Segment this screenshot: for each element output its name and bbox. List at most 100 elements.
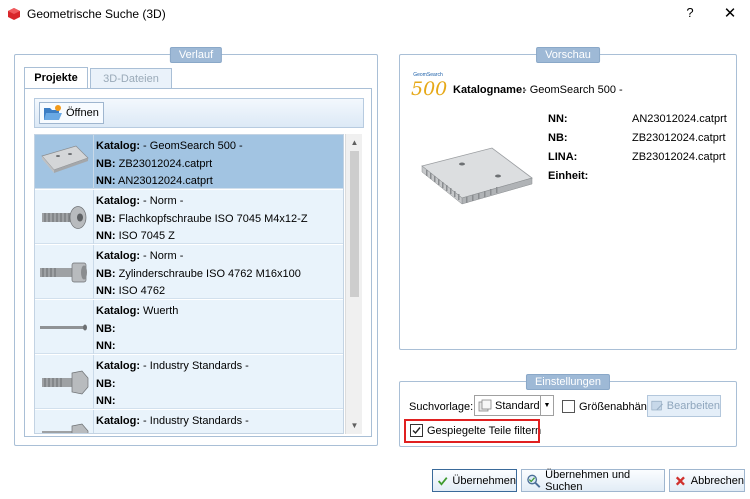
history-toolbar: Öffnen <box>34 98 364 128</box>
scroll-thumb[interactable] <box>350 151 359 297</box>
row-divider <box>93 190 94 244</box>
preview-group-title: Vorschau <box>536 47 600 63</box>
close-button[interactable]: ✕ <box>722 4 738 22</box>
window-title: Geometrische Suche (3D) <box>27 7 166 21</box>
size-dependent-label: Größenabhän <box>579 401 647 413</box>
list-item[interactable]: Katalog: - GeomSearch 500 - NB: ZB230120… <box>35 135 343 191</box>
part-preview-image <box>421 147 533 205</box>
katalog-label: Katalog: <box>96 415 140 427</box>
catalog-name-label: Katalogname: <box>453 84 526 96</box>
apply-and-search-button[interactable]: Übernehmen und Suchen <box>521 468 665 493</box>
edit-settings-icon <box>651 400 663 411</box>
nb-label: NB: <box>96 157 116 170</box>
template-icon <box>478 399 492 412</box>
list-item-text: Katalog: - Norm - NB: Zylinderschraube I… <box>96 248 301 301</box>
list-item-text: Katalog: - Industry Standards - NB: NN: <box>96 358 249 411</box>
chevron-down-icon[interactable]: ▼ <box>540 396 553 415</box>
folder-open-icon <box>44 105 62 120</box>
list-item-text: Katalog: - Industry Standards - <box>96 413 249 431</box>
prop-nb-value: ZB23012024.catprt <box>632 132 726 144</box>
pin-icon <box>36 301 92 353</box>
edit-button[interactable]: Bearbeiten <box>647 395 721 417</box>
apply-button-label: Übernehmen <box>452 474 516 487</box>
prop-lina-value: ZB23012024.catprt <box>632 151 726 163</box>
prop-lina-label: LINA: <box>548 151 578 163</box>
search-template-label: Suchvorlage: <box>409 401 474 413</box>
list-item-text: Katalog: Wuerth NB: NN: <box>96 303 178 356</box>
highlight-annotation-box <box>404 419 540 443</box>
row-divider <box>93 410 94 433</box>
nn-label: NN: <box>96 395 116 407</box>
plate-icon <box>36 136 92 188</box>
search-template-value: Standard <box>495 400 540 412</box>
nb-value: ZB23012024.catprt <box>115 157 213 170</box>
row-divider <box>93 135 94 189</box>
tab-3d-dateien[interactable]: 3D-Dateien <box>90 68 172 88</box>
nb-label: NB: <box>96 267 116 280</box>
katalog-value: - GeomSearch 500 - <box>140 140 243 152</box>
cancel-x-icon <box>675 476 685 485</box>
katalog-value: - Industry Standards - <box>140 415 249 427</box>
search-icon <box>527 474 541 488</box>
katalog-value: - Norm - <box>140 250 184 262</box>
cancel-button[interactable]: Abbrechen <box>669 469 745 492</box>
prop-nb-label: NB: <box>548 132 568 144</box>
logo-number-text: 500 <box>411 78 448 100</box>
title-bar: Geometrische Suche (3D) ? ✕ <box>0 0 750 28</box>
nn-value: ISO 4762 <box>115 285 166 297</box>
nn-label: NN: <box>96 285 116 297</box>
list-item[interactable]: Katalog: - Norm - NB: Zylinderschraube I… <box>35 245 343 301</box>
cancel-button-label: Abbrechen <box>690 474 744 487</box>
prop-einheit-label: Einheit: <box>548 170 589 182</box>
list-item-text: Katalog: - GeomSearch 500 - NB: ZB230120… <box>96 138 243 191</box>
katalog-value: - Industry Standards - <box>140 360 249 372</box>
list-item[interactable]: Katalog: - Norm - NB: Flachkopfschraube … <box>35 190 343 246</box>
nb-value: Flachkopfschraube ISO 7045 M4x12-Z <box>115 212 308 225</box>
app-icon <box>8 8 20 20</box>
screw-icon <box>36 246 92 298</box>
open-button-label: Öffnen <box>66 107 99 119</box>
list-item[interactable]: Katalog: - Industry Standards - <box>35 410 343 433</box>
tab-projekte-label: Projekte <box>34 72 78 84</box>
help-button[interactable]: ? <box>682 5 698 20</box>
nb-label: NB: <box>96 322 116 335</box>
history-group-title: Verlauf <box>169 47 223 63</box>
bolt-icon <box>36 411 92 433</box>
list-item[interactable]: Katalog: - Industry Standards - NB: NN: <box>35 355 343 411</box>
katalog-label: Katalog: <box>96 250 140 262</box>
apply-and-search-label: Übernehmen und Suchen <box>545 468 631 493</box>
bolt-icon <box>36 356 92 408</box>
settings-group-title: Einstellungen <box>525 374 611 390</box>
katalog-label: Katalog: <box>96 305 140 317</box>
katalog-label: Katalog: <box>96 195 140 207</box>
scroll-down-arrow-icon[interactable]: ▼ <box>346 418 363 433</box>
row-divider <box>93 300 94 354</box>
history-scrollbar[interactable]: ▲ ▼ <box>345 134 362 434</box>
katalog-value: Wuerth <box>140 305 179 317</box>
list-item-text: Katalog: - Norm - NB: Flachkopfschraube … <box>96 193 308 246</box>
row-divider <box>93 245 94 299</box>
apply-button[interactable]: Übernehmen <box>432 469 517 492</box>
nn-value: ISO 7045 Z <box>115 230 175 242</box>
katalog-label: Katalog: <box>96 140 140 152</box>
history-list[interactable]: Katalog: - GeomSearch 500 - NB: ZB230120… <box>34 134 344 434</box>
nn-label: NN: <box>96 230 116 242</box>
nn-value: AN23012024.catprt <box>115 175 213 187</box>
nb-value: Zylinderschraube ISO 4762 M16x100 <box>115 267 301 280</box>
catalog-name-value: - GeomSearch 500 - <box>523 84 623 96</box>
prop-nn-label: NN: <box>548 113 568 125</box>
size-dependent-checkbox[interactable] <box>562 400 575 413</box>
scroll-up-arrow-icon[interactable]: ▲ <box>346 135 363 150</box>
catalog-logo: GeomSearch 500 <box>411 72 448 104</box>
prop-nn-value: AN23012024.catprt <box>632 113 727 125</box>
katalog-value: - Norm - <box>140 195 184 207</box>
katalog-label: Katalog: <box>96 360 140 372</box>
nn-label: NN: <box>96 175 116 187</box>
tab-projekte[interactable]: Projekte <box>24 67 88 88</box>
checkmark-icon <box>437 476 448 486</box>
search-template-select[interactable]: Standard ▼ <box>474 395 554 416</box>
list-item[interactable]: Katalog: Wuerth NB: NN: <box>35 300 343 356</box>
nn-label: NN: <box>96 340 116 352</box>
tab-3d-dateien-label: 3D-Dateien <box>103 73 159 85</box>
open-button[interactable]: Öffnen <box>39 102 104 124</box>
